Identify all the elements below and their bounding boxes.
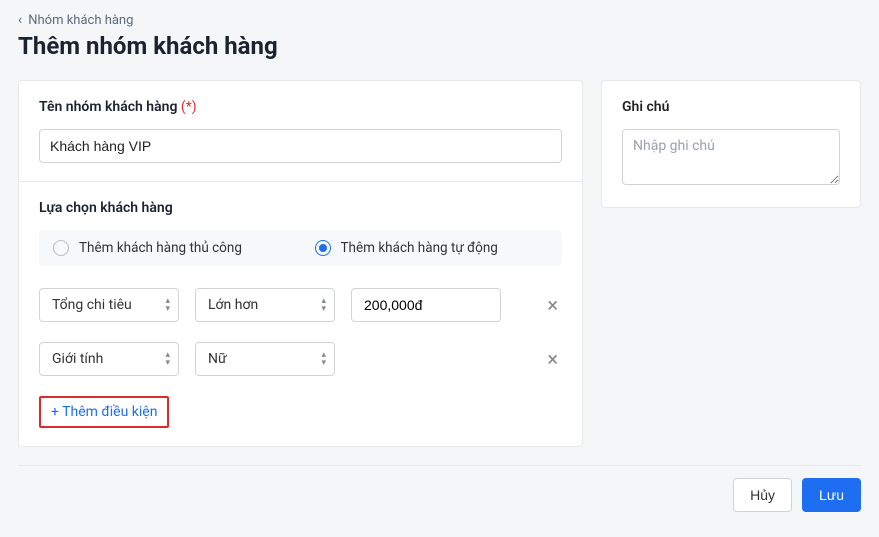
name-section: Tên nhóm khách hàng (*) bbox=[19, 81, 582, 181]
radio-auto-label: Thêm khách hàng tự động bbox=[341, 240, 498, 256]
caret-updown-icon: ▴▾ bbox=[321, 298, 326, 312]
condition-field-select[interactable]: Giới tính ▴▾ bbox=[39, 342, 179, 376]
close-icon: × bbox=[547, 293, 558, 317]
close-icon: × bbox=[547, 347, 558, 371]
breadcrumb-label: Nhóm khách hàng bbox=[28, 13, 133, 28]
condition-row: Tổng chi tiêu ▴▾ Lớn hơn ▴▾ × bbox=[39, 288, 562, 322]
condition-operator-select[interactable]: Lớn hơn ▴▾ bbox=[195, 288, 335, 322]
name-label-text: Tên nhóm khách hàng bbox=[39, 99, 177, 115]
condition-operator-value: Lớn hơn bbox=[208, 297, 258, 313]
condition-operator-value: Nữ bbox=[208, 351, 227, 367]
radio-auto[interactable]: Thêm khách hàng tự động bbox=[301, 230, 563, 266]
caret-updown-icon: ▴▾ bbox=[165, 298, 170, 312]
group-name-input[interactable] bbox=[39, 129, 562, 163]
name-label: Tên nhóm khách hàng (*) bbox=[39, 99, 562, 115]
main-card: Tên nhóm khách hàng (*) Lựa chọn khách h… bbox=[18, 80, 583, 447]
radio-icon bbox=[315, 240, 331, 256]
cancel-button[interactable]: Hủy bbox=[733, 478, 792, 512]
condition-operator-select[interactable]: Nữ ▴▾ bbox=[195, 342, 335, 376]
breadcrumb[interactable]: ‹ Nhóm khách hàng bbox=[18, 12, 861, 28]
condition-field-select[interactable]: Tổng chi tiêu ▴▾ bbox=[39, 288, 179, 322]
footer-divider bbox=[18, 465, 861, 466]
radio-icon bbox=[53, 240, 69, 256]
condition-field-value: Tổng chi tiêu bbox=[52, 297, 132, 313]
condition-field-value: Giới tính bbox=[52, 351, 103, 367]
condition-value-input[interactable] bbox=[351, 288, 501, 322]
selection-mode-radio-group: Thêm khách hàng thủ công Thêm khách hàng… bbox=[39, 230, 562, 266]
condition-row: Giới tính ▴▾ Nữ ▴▾ × bbox=[39, 342, 562, 376]
save-button[interactable]: Lưu bbox=[802, 478, 861, 512]
notes-card: Ghi chú bbox=[601, 80, 861, 208]
footer-actions: Hủy Lưu bbox=[18, 478, 861, 512]
caret-updown-icon: ▴▾ bbox=[321, 352, 326, 366]
add-condition-button[interactable]: + Thêm điều kiện bbox=[39, 396, 169, 428]
selection-label: Lựa chọn khách hàng bbox=[39, 200, 562, 216]
radio-manual[interactable]: Thêm khách hàng thủ công bbox=[39, 230, 301, 266]
required-marker: (*) bbox=[181, 99, 197, 115]
notes-textarea[interactable] bbox=[622, 129, 840, 185]
remove-condition-button[interactable]: × bbox=[543, 295, 562, 315]
page-title: Thêm nhóm khách hàng bbox=[18, 32, 861, 60]
caret-updown-icon: ▴▾ bbox=[165, 352, 170, 366]
selection-section: Lựa chọn khách hàng Thêm khách hàng thủ … bbox=[19, 181, 582, 446]
remove-condition-button[interactable]: × bbox=[543, 349, 562, 369]
chevron-left-icon: ‹ bbox=[18, 12, 22, 28]
notes-label: Ghi chú bbox=[622, 99, 840, 115]
radio-manual-label: Thêm khách hàng thủ công bbox=[79, 240, 242, 256]
